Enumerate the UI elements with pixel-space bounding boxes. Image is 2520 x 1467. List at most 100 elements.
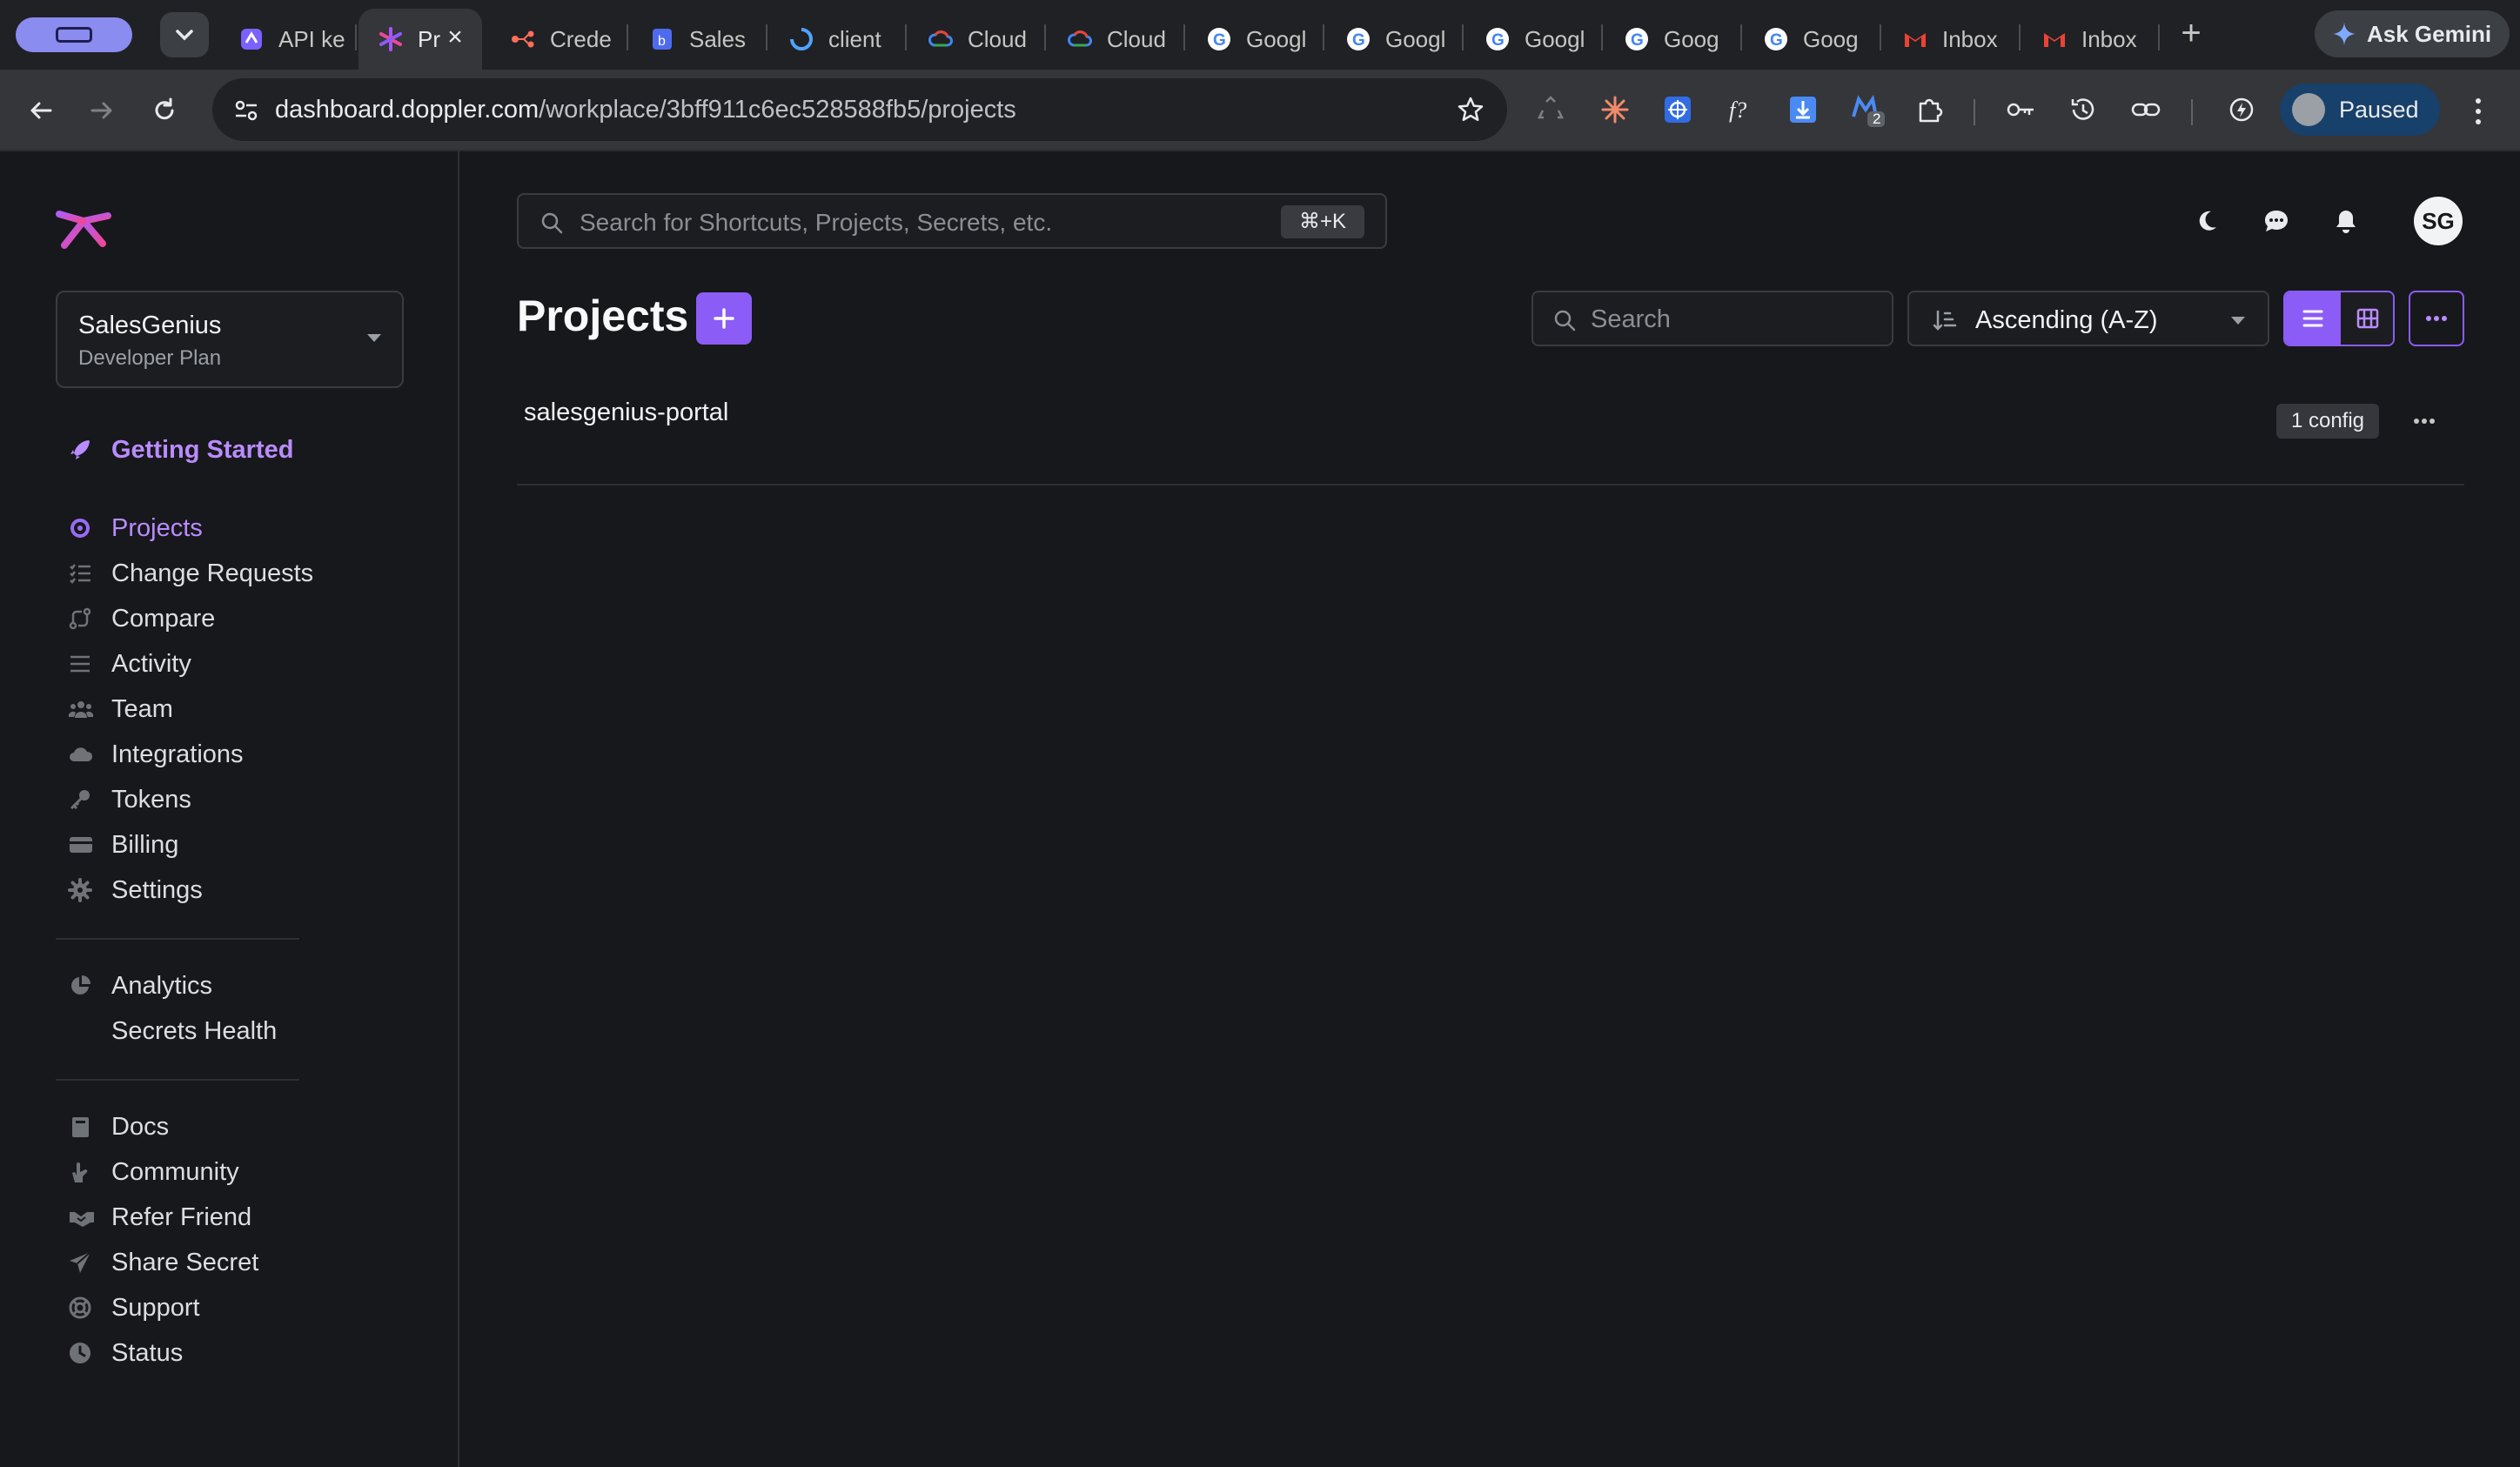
feedback-button[interactable] xyxy=(2259,204,2294,238)
nav-community[interactable]: Community xyxy=(56,1152,421,1192)
sidebar-divider xyxy=(56,1079,299,1081)
caret-down-icon xyxy=(367,334,381,342)
extensions-menu[interactable] xyxy=(1913,92,1947,127)
nav-compare[interactable]: Compare xyxy=(56,599,421,639)
nav-change-requests[interactable]: Change Requests xyxy=(56,553,421,593)
list-view-button[interactable] xyxy=(2285,292,2341,345)
recycle-icon xyxy=(1537,96,1565,119)
browser-tab[interactable]: G Goog xyxy=(1605,9,1742,70)
bookmark-star-icon[interactable] xyxy=(1457,96,1485,124)
lightning-icon xyxy=(2229,97,2254,122)
browser-tab[interactable]: b Sales xyxy=(630,9,767,70)
caret-down-icon xyxy=(2231,317,2245,325)
chevron-down-icon xyxy=(176,30,193,41)
project-search-input[interactable] xyxy=(1591,303,1869,336)
extension-kubernetes[interactable] xyxy=(1660,92,1695,127)
nav-support[interactable]: Support xyxy=(56,1288,421,1328)
extension-recycle[interactable] xyxy=(1533,92,1568,127)
user-avatar[interactable]: SG xyxy=(2414,197,2463,245)
project-name[interactable]: salesgenius-portal xyxy=(524,399,728,427)
profile-button[interactable]: Paused xyxy=(2280,84,2440,136)
more-options-button[interactable] xyxy=(2409,291,2464,346)
nav-projects[interactable]: Projects xyxy=(56,508,421,548)
site-settings-icon[interactable] xyxy=(233,97,259,124)
workspace-switcher[interactable]: SalesGenius Developer Plan xyxy=(56,291,404,388)
grid-view-button[interactable] xyxy=(2341,292,2393,345)
browser-tab-active[interactable]: Pr × xyxy=(359,9,482,70)
forward-button[interactable] xyxy=(82,90,122,131)
asterisk-icon xyxy=(1601,96,1629,124)
project-menu-button[interactable] xyxy=(2407,405,2442,437)
reload-button[interactable] xyxy=(144,90,184,131)
close-tab-icon[interactable]: × xyxy=(444,24,466,50)
history-icon xyxy=(2071,98,2094,120)
nav-status[interactable]: Status xyxy=(56,1333,421,1373)
nav-billing[interactable]: Billing xyxy=(56,825,421,865)
svg-text:G: G xyxy=(1213,31,1226,50)
nav-settings[interactable]: Settings xyxy=(56,870,421,910)
browser-tab[interactable]: Cloud xyxy=(1048,9,1185,70)
moon-icon xyxy=(2199,211,2216,231)
arrow-left-icon xyxy=(30,102,52,119)
cube-icon xyxy=(56,508,111,548)
notifications-button[interactable] xyxy=(2329,204,2363,238)
book-icon xyxy=(56,1107,111,1147)
address-bar[interactable]: dashboard.doppler.com/workplace/3bff911c… xyxy=(212,78,1507,141)
grid-icon xyxy=(2356,308,2379,329)
ring-favicon xyxy=(788,26,814,52)
extension-asterisk[interactable] xyxy=(1598,92,1632,127)
browser-tab[interactable]: G Googl xyxy=(1326,9,1464,70)
tab-search-button[interactable] xyxy=(160,12,209,57)
nav-secrets-health[interactable]: Secrets Health xyxy=(56,1011,421,1051)
command-search[interactable]: Search for Shortcuts, Projects, Secrets,… xyxy=(517,193,1387,249)
browser-menu-icon[interactable] xyxy=(2468,94,2489,129)
svg-text:G: G xyxy=(1491,31,1505,50)
workspace-plan: Developer Plan xyxy=(78,346,222,370)
download-icon xyxy=(1790,97,1816,123)
project-row[interactable]: salesgenius-portal 1 config xyxy=(517,379,2464,486)
new-tab-button[interactable]: + xyxy=(2172,16,2210,54)
copy-link-button[interactable] xyxy=(2128,92,2163,127)
team-icon xyxy=(56,689,111,729)
browser-tab[interactable]: Inbox xyxy=(1883,9,2021,70)
browser-tab[interactable]: Cloud xyxy=(908,9,1046,70)
browser-tab[interactable]: Inbox xyxy=(2022,9,2160,70)
search-icon xyxy=(1554,310,1576,332)
passwords-button[interactable] xyxy=(2003,92,2038,127)
nav-share-secret[interactable]: Share Secret xyxy=(56,1243,421,1283)
svg-text:f?: f? xyxy=(1729,97,1746,123)
project-search[interactable] xyxy=(1531,291,1893,346)
ask-gemini-button[interactable]: Ask Gemini xyxy=(2315,10,2510,57)
toolbar-divider xyxy=(2191,99,2193,125)
nav-analytics[interactable]: Analytics xyxy=(56,966,421,1006)
browser-tab[interactable]: G Goog xyxy=(1744,9,1881,70)
nav-getting-started[interactable]: Getting Started xyxy=(56,430,421,470)
browser-tab[interactable]: Crede xyxy=(491,9,628,70)
extension-formula[interactable]: f? xyxy=(1723,92,1758,127)
back-button[interactable] xyxy=(21,90,61,131)
sort-dropdown[interactable]: Ascending (A-Z) xyxy=(1907,291,2269,346)
nav-refer-friend[interactable]: Refer Friend xyxy=(56,1197,421,1237)
performance-button[interactable] xyxy=(2224,92,2259,127)
browser-tab[interactable]: API ke xyxy=(219,9,357,70)
puzzle-icon xyxy=(1919,98,1943,123)
browser-tab[interactable]: G Googl xyxy=(1187,9,1324,70)
nav-team[interactable]: Team xyxy=(56,689,421,729)
browser-tab[interactable]: client xyxy=(769,9,907,70)
doppler-logo[interactable] xyxy=(52,190,115,252)
tab-group-button[interactable] xyxy=(16,17,132,52)
nav-docs[interactable]: Docs xyxy=(56,1107,421,1147)
salesgenius-favicon: b xyxy=(649,26,675,52)
nav-tokens[interactable]: Tokens xyxy=(56,780,421,820)
extension-badge[interactable]: 2 xyxy=(1850,92,1885,127)
nav-activity[interactable]: Activity xyxy=(56,644,421,684)
extension-download[interactable] xyxy=(1786,92,1820,127)
bell-icon xyxy=(2336,211,2356,233)
browser-tab[interactable]: G Googl xyxy=(1465,9,1603,70)
search-icon xyxy=(541,212,563,234)
theme-toggle[interactable] xyxy=(2189,204,2224,238)
history-button[interactable] xyxy=(2066,92,2101,127)
nav-integrations[interactable]: Integrations xyxy=(56,734,421,774)
add-project-button[interactable] xyxy=(696,292,752,345)
gemini-spark-icon xyxy=(2333,23,2356,45)
